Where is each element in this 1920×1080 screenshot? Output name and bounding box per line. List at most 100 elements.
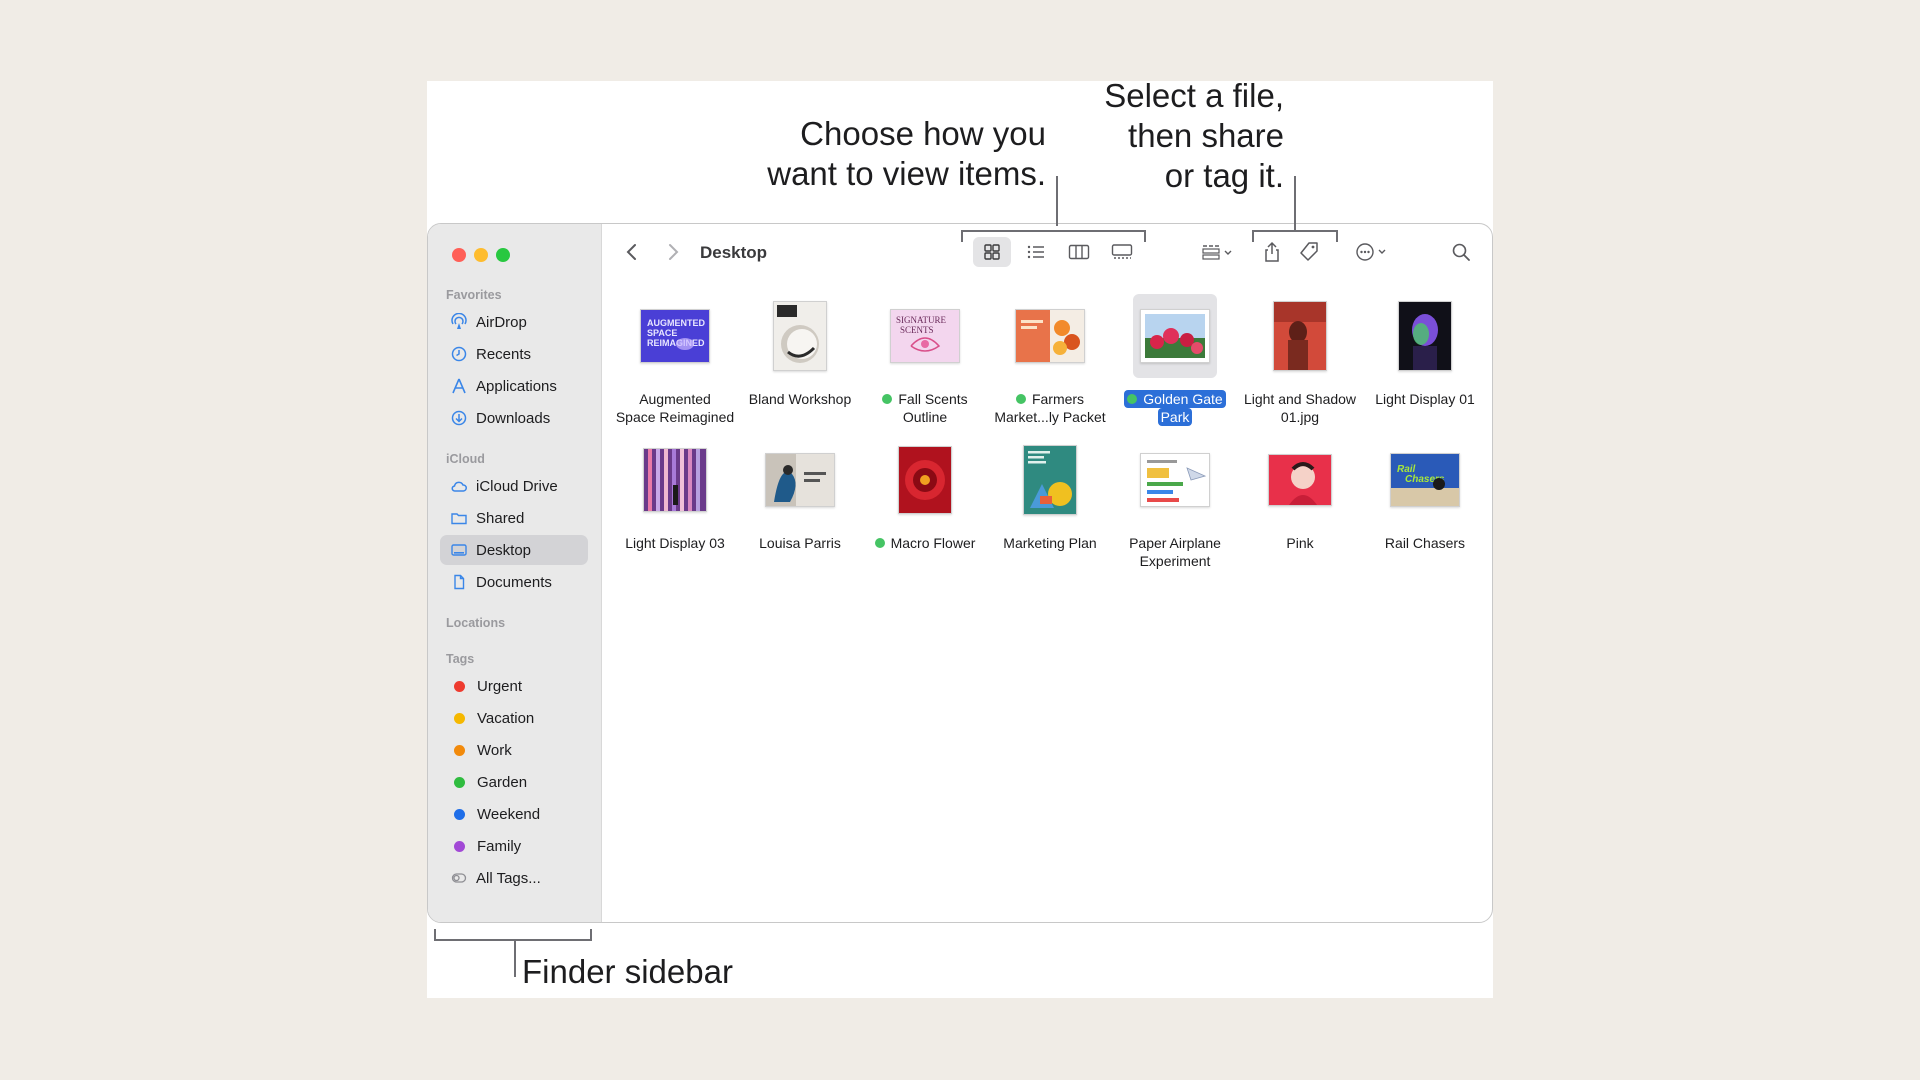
minimize-button[interactable]: [474, 248, 488, 262]
sidebar-item-shared[interactable]: Shared: [440, 503, 588, 533]
sidebar-tag-urgent[interactable]: Urgent: [440, 671, 588, 701]
tag-icon: [1300, 242, 1318, 261]
file-thumbnail: SIGNATURE SCENTS: [883, 294, 967, 378]
list-view-button[interactable]: [1017, 237, 1055, 267]
back-button[interactable]: [620, 240, 644, 264]
callout-line-share: [1294, 176, 1296, 230]
section-icloud: iCloud: [446, 452, 485, 466]
sidebar-item-label: Desktop: [476, 541, 532, 559]
file-bland-workshop[interactable]: Bland Workshop: [735, 294, 865, 408]
file-pink[interactable]: Pink: [1235, 438, 1365, 552]
clock-icon: [450, 345, 468, 363]
file-thumbnail: [883, 438, 967, 522]
file-name: Farmers Market...ly Packet: [994, 391, 1106, 425]
callout-line-view: [1056, 176, 1058, 226]
close-button[interactable]: [452, 248, 466, 262]
orange-tag-icon: [454, 744, 465, 756]
sidebar-item-applications[interactable]: Applications: [440, 371, 588, 401]
file-name: Fall Scents Outline: [860, 390, 990, 426]
group-button[interactable]: [1196, 237, 1242, 267]
icon-view-icon: [984, 244, 1000, 260]
sidebar-item-label: AirDrop: [476, 313, 527, 331]
sidebar-item-label: All Tags...: [476, 869, 541, 887]
svg-text:SIGNATURE: SIGNATURE: [896, 315, 947, 325]
file-golden-gate-park[interactable]: Golden Gate Park: [1110, 294, 1240, 426]
callout-view-line-2: want to view items.: [767, 155, 1046, 192]
callout-bracket-sidebar-right: [590, 929, 592, 941]
file-augmented-space[interactable]: AUGMENTED SPACE REIMAGINED Augmented Space …: [610, 294, 740, 426]
share-button[interactable]: [1257, 237, 1287, 267]
file-marketing-plan[interactable]: Marketing Plan: [985, 438, 1115, 552]
all-tags-icon: [450, 869, 468, 887]
section-tags: Tags: [446, 652, 475, 666]
search-button[interactable]: [1446, 237, 1476, 267]
file-thumbnail: [758, 294, 842, 378]
zoom-button[interactable]: [496, 248, 510, 262]
list-view-icon: [1027, 245, 1044, 259]
file-light-display-01[interactable]: Light Display 01: [1360, 294, 1490, 408]
file-name: Bland Workshop: [748, 391, 852, 407]
sidebar-item-icloud-drive[interactable]: iCloud Drive: [440, 471, 588, 501]
red-tag-icon: [454, 680, 465, 692]
finder-window: Favorites AirDrop Recents Applications D…: [427, 223, 1493, 923]
callout-sidebar: Finder sidebar: [522, 952, 733, 992]
green-tag-icon: [874, 538, 885, 548]
svg-text:SPACE: SPACE: [647, 328, 677, 338]
file-thumbnail: AUGMENTED SPACE REIMAGINED: [633, 294, 717, 378]
file-thumbnail: [1008, 438, 1092, 522]
green-tag-icon: [1127, 394, 1138, 404]
sidebar-item-documents[interactable]: Documents: [440, 567, 588, 597]
file-name: Marketing Plan: [1003, 535, 1097, 551]
callout-bracket-sidebar: [434, 939, 592, 941]
sidebar-tag-work[interactable]: Work: [440, 735, 588, 765]
gallery-view-button[interactable]: [1103, 237, 1141, 267]
icon-view-button[interactable]: [973, 237, 1011, 267]
callout-sidebar-text: Finder sidebar: [522, 953, 733, 990]
file-rail-chasers[interactable]: Rail Chasers Rail Chasers: [1360, 438, 1490, 552]
green-tag-icon: [882, 394, 893, 404]
callout-view-items: Choose how you want to view items.: [700, 114, 1046, 194]
group-icon: [1202, 245, 1232, 260]
sidebar-tag-weekend[interactable]: Weekend: [440, 799, 588, 829]
sidebar-tag-family[interactable]: Family: [440, 831, 588, 861]
file-paper-airplane[interactable]: Paper Airplane Experiment: [1110, 438, 1240, 570]
sidebar-item-label: Garden: [477, 773, 528, 791]
column-view-button[interactable]: [1060, 237, 1098, 267]
callout-share-line-3: or tag it.: [1164, 157, 1284, 194]
svg-text:REIMAGINED: REIMAGINED: [647, 338, 705, 348]
file-light-and-shadow[interactable]: Light and Shadow 01.jpg: [1235, 294, 1365, 426]
purple-tag-icon: [454, 840, 465, 852]
file-thumbnail: [1258, 438, 1342, 522]
sidebar-item-downloads[interactable]: Downloads: [440, 403, 588, 433]
document-icon: [450, 573, 468, 591]
file-name: Light Display 01: [1375, 391, 1475, 407]
file-name: Paper Airplane Experiment: [1129, 535, 1221, 569]
file-name: Pink: [1286, 535, 1314, 551]
tag-button[interactable]: [1294, 237, 1324, 267]
sidebar-item-label: Recents: [476, 345, 532, 363]
file-light-display-03[interactable]: Light Display 03: [610, 438, 740, 552]
file-louisa-parris[interactable]: Louisa Parris: [735, 438, 865, 552]
sidebar-item-airdrop[interactable]: AirDrop: [440, 307, 588, 337]
file-thumbnail: [633, 438, 717, 522]
sidebar-item-label: Downloads: [476, 409, 551, 427]
callout-bracket-share: [1252, 230, 1338, 232]
file-thumbnail: Rail Chasers: [1383, 438, 1467, 522]
sidebar-tag-garden[interactable]: Garden: [440, 767, 588, 797]
sidebar-item-label: Vacation: [477, 709, 535, 727]
file-name: Rail Chasers: [1384, 535, 1466, 551]
file-macro-flower[interactable]: Macro Flower: [860, 438, 990, 552]
file-fall-scents[interactable]: SIGNATURE SCENTS Fall Scents Outline: [860, 294, 990, 426]
file-farmers-market[interactable]: Farmers Market...ly Packet: [985, 294, 1115, 426]
sidebar-item-desktop[interactable]: Desktop: [440, 535, 588, 565]
sidebar-item-recents[interactable]: Recents: [440, 339, 588, 369]
section-favorites: Favorites: [446, 288, 502, 302]
sidebar-tag-vacation[interactable]: Vacation: [440, 703, 588, 733]
column-view-icon: [1068, 244, 1090, 260]
sidebar-all-tags[interactable]: All Tags...: [440, 863, 588, 893]
forward-button[interactable]: [661, 240, 685, 264]
more-actions-button[interactable]: [1350, 237, 1396, 267]
search-icon: [1452, 243, 1470, 261]
applications-icon: [450, 377, 468, 395]
sidebar-item-label: Documents: [476, 573, 552, 591]
